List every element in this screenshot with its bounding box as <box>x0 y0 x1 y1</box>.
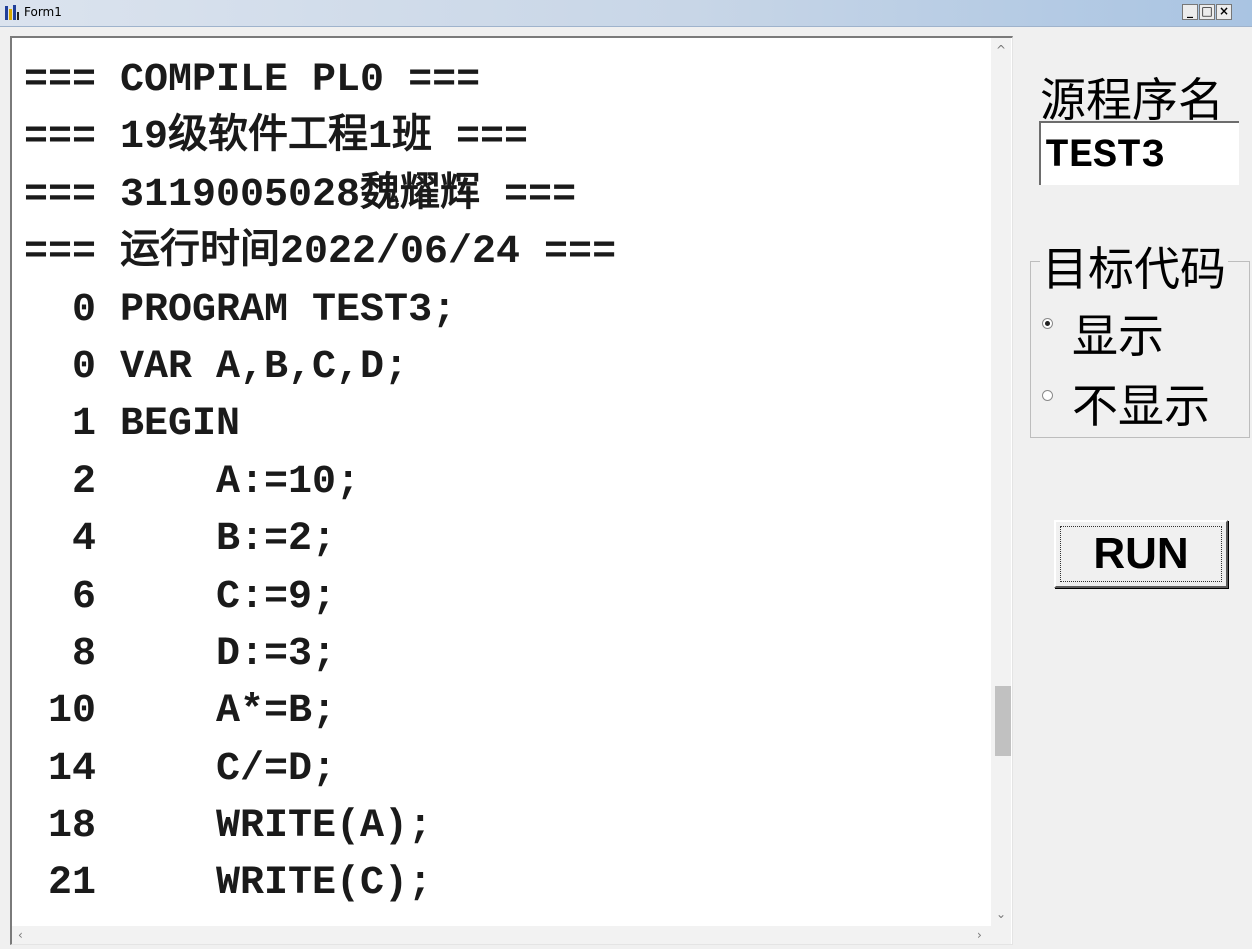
radio-show-label[interactable]: 显示 <box>1072 300 1164 366</box>
code-line: === COMPILE PL0 === <box>24 58 481 103</box>
run-button[interactable]: RUN <box>1054 520 1228 588</box>
radio-selected-dot <box>1045 321 1050 326</box>
scrollbar-thumb[interactable] <box>995 686 1011 756</box>
source-name-input[interactable] <box>1039 121 1239 185</box>
run-button-label: RUN <box>1060 526 1222 582</box>
code-line: 21 WRITE(C); <box>24 861 433 907</box>
radio-show-circle[interactable] <box>1042 318 1053 329</box>
horizontal-scrollbar[interactable]: ‹ › <box>12 926 1011 944</box>
code-line: 14 C/=D; <box>24 746 337 792</box>
title-bar: Form1 _ □ × <box>0 0 1252 27</box>
code-line: === 19级软件工程1班 === <box>24 115 529 161</box>
code-line: 6 C:=9; <box>24 574 337 620</box>
code-line: 10 A*=B; <box>24 689 337 735</box>
scroll-right-icon[interactable]: › <box>977 929 982 941</box>
minimize-button[interactable]: _ <box>1182 4 1198 20</box>
target-code-label: 目标代码 <box>1040 233 1228 299</box>
close-button[interactable]: × <box>1216 4 1232 20</box>
code-line: 1 BEGIN <box>24 402 241 448</box>
scroll-up-icon[interactable]: ^ <box>996 44 1006 56</box>
code-line: 2 A:=10; <box>24 459 361 505</box>
code-line: 0 PROGRAM TEST3; <box>24 287 457 333</box>
code-line: 0 VAR A,B,C,D; <box>24 344 409 390</box>
code-line: 4 B:=2; <box>24 517 337 563</box>
code-line: === 运行时间2022/06/24 === <box>24 230 617 276</box>
code-line: === 3119005028魏耀辉 === <box>24 172 577 218</box>
scroll-left-icon[interactable]: ‹ <box>18 929 23 941</box>
scroll-down-icon[interactable]: ⌄ <box>996 908 1006 920</box>
code-line: 18 WRITE(A); <box>24 804 433 850</box>
code-line: 8 D:=3; <box>24 631 337 677</box>
radio-hide-circle[interactable] <box>1042 390 1053 401</box>
maximize-button[interactable]: □ <box>1199 4 1215 20</box>
radio-hide-label[interactable]: 不显示 <box>1072 370 1210 436</box>
window-title: Form1 <box>24 5 62 19</box>
vertical-scrollbar[interactable]: ^ ⌄ <box>991 38 1011 926</box>
output-text-area[interactable]: === COMPILE PL0 === === 19级软件工程1班 === === … <box>10 36 1013 945</box>
code-listing: === COMPILE PL0 === === 19级软件工程1班 === === … <box>24 52 616 913</box>
app-icon <box>5 5 19 20</box>
